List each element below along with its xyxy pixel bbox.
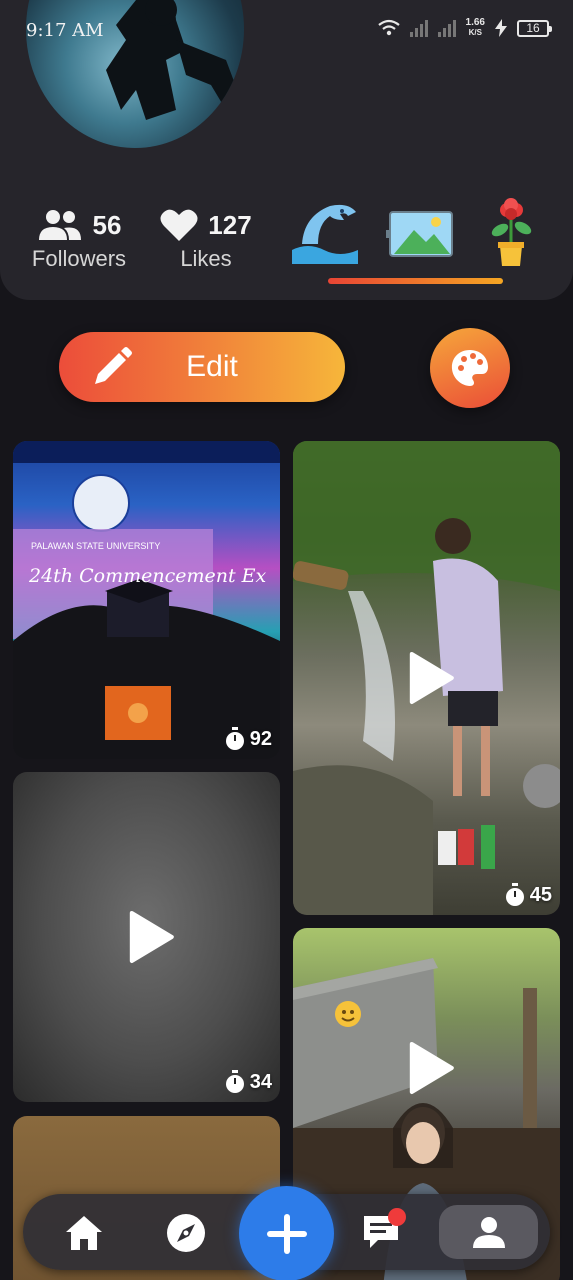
- profile-icon: [472, 1217, 505, 1248]
- play-icon[interactable]: [407, 650, 455, 706]
- theme-palette-button[interactable]: [430, 328, 510, 408]
- compass-icon: [167, 1214, 205, 1252]
- followers-stat[interactable]: 56 Followers: [26, 208, 132, 272]
- signal-icon: [409, 19, 428, 37]
- profile-screen: 9:17 AM 1.66 K/S 16 56 Followers 127 Lik…: [0, 0, 573, 1280]
- likes-stat[interactable]: 127 Likes: [158, 208, 254, 272]
- nav-home[interactable]: [59, 1208, 109, 1258]
- followers-count: 56: [92, 209, 122, 240]
- notification-dot: [388, 1208, 406, 1226]
- play-icon[interactable]: [127, 909, 175, 965]
- nav-messages[interactable]: [358, 1208, 408, 1258]
- stopwatch-icon: [505, 883, 524, 906]
- stopwatch-icon: [225, 727, 244, 750]
- people-icon: [38, 210, 81, 240]
- signal-icon: [437, 19, 456, 37]
- edit-profile-button[interactable]: Edit: [59, 332, 345, 402]
- stopwatch-icon: [225, 1070, 244, 1093]
- badge-selected-indicator: [328, 278, 503, 284]
- graduation-university-text: PALAWAN STATE UNIVERSITY: [31, 541, 161, 551]
- profile-header: 9:17 AM 1.66 K/S 16 56 Followers 127 Lik…: [0, 0, 573, 300]
- add-post-button[interactable]: [239, 1186, 334, 1280]
- palette-icon: [451, 350, 488, 386]
- dolphin-badge-icon[interactable]: [290, 198, 360, 268]
- add-icon: [266, 1213, 307, 1254]
- status-bar: 9:17 AM 1.66 K/S 16: [0, 0, 573, 58]
- battery-indicator: 16: [517, 19, 552, 37]
- duration-badge: 92: [224, 727, 272, 751]
- wifi-icon: [377, 19, 400, 36]
- status-time: 9:17 AM: [26, 20, 104, 41]
- duration-badge: 45: [504, 883, 552, 907]
- followers-label: Followers: [31, 246, 127, 271]
- network-speed: 1.66 K/S: [465, 17, 485, 38]
- nav-profile[interactable]: [439, 1205, 538, 1259]
- graduation-event-text: 24th Commencement Ex: [29, 565, 267, 587]
- likes-label: Likes: [180, 246, 232, 271]
- duration-badge: 34: [224, 1070, 272, 1094]
- heart-icon: [160, 209, 198, 241]
- charging-icon: [495, 19, 507, 37]
- nav-explore[interactable]: [161, 1208, 211, 1258]
- home-icon: [66, 1216, 102, 1250]
- flower-pot-badge-icon[interactable]: [476, 196, 546, 266]
- media-card-gray[interactable]: 34: [13, 772, 280, 1102]
- likes-count: 127: [208, 209, 252, 240]
- edit-label: Edit: [186, 350, 238, 383]
- media-card-graduation[interactable]: PALAWAN STATE UNIVERSITY 24th Commenceme…: [13, 441, 280, 759]
- landscape-badge-icon[interactable]: [384, 200, 454, 270]
- play-icon[interactable]: [407, 1040, 455, 1096]
- media-card-water[interactable]: 45: [293, 441, 560, 915]
